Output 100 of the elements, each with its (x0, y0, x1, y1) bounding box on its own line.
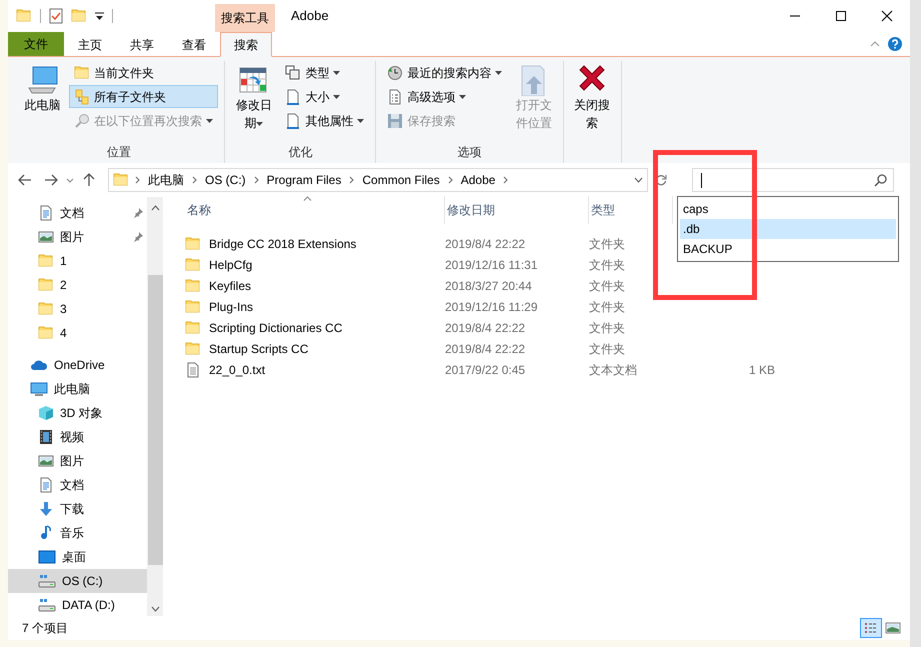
ribbon-tab[interactable]: 共享 (116, 32, 168, 57)
nav-item[interactable]: 3D 对象 (8, 401, 147, 425)
suggestion-item[interactable]: caps (680, 199, 896, 219)
caret-icon (333, 94, 340, 98)
file-menu-button[interactable]: 文件 (8, 32, 64, 56)
file-name[interactable]: Scripting Dictionaries CC (185, 318, 445, 336)
ribbon-button[interactable]: 类型 (280, 61, 370, 84)
folder-icon (185, 256, 201, 272)
computer-icon (30, 381, 48, 397)
ribbon-button[interactable]: 当前文件夹 (69, 61, 218, 84)
search-field[interactable] (692, 168, 894, 192)
properties-check-icon[interactable] (49, 8, 63, 24)
scroll-down-icon[interactable] (150, 606, 160, 612)
download-arrow-icon (38, 501, 54, 517)
nav-item[interactable]: 图片 (8, 225, 147, 249)
scrollbar-thumb[interactable] (148, 275, 162, 565)
folder-icon (185, 320, 201, 336)
modified-date: 2019/12/16 11:31 (445, 258, 538, 272)
history-dropdown-icon[interactable] (634, 177, 643, 183)
desktop-icon (38, 549, 56, 565)
nav-item[interactable]: 桌面 (8, 545, 147, 569)
nav-item[interactable]: OneDrive (8, 353, 147, 377)
group-label: 位置 (106, 144, 132, 161)
nav-item[interactable]: 2 (8, 273, 147, 297)
column-header[interactable]: 类型 (589, 196, 673, 224)
scroll-up-icon[interactable] (150, 205, 160, 211)
nav-item[interactable]: 视频 (8, 425, 147, 449)
customize-dropdown-icon[interactable] (95, 12, 104, 20)
breadcrumb[interactable]: Adobe (458, 171, 498, 189)
file-type: 文件夹 (589, 320, 625, 334)
window-title: Adobe (291, 7, 329, 26)
column-header[interactable]: 名称 (185, 196, 445, 224)
document-icon (38, 205, 54, 221)
ribbon-button[interactable]: 修改日期 (231, 61, 276, 135)
caret-icon (459, 94, 466, 98)
file-name[interactable]: Startup Scripts CC (185, 340, 445, 358)
caret-icon (495, 70, 502, 74)
maximize-icon (835, 10, 847, 22)
ribbon-button[interactable]: 大小 (280, 85, 370, 108)
nav-item[interactable]: 音乐 (8, 521, 147, 545)
nav-item[interactable]: DATA (D:) (8, 593, 147, 616)
ribbon-button[interactable]: 其他属性 (280, 109, 370, 132)
file-type: 文件夹 (589, 300, 625, 314)
nav-item[interactable]: 文档 (8, 201, 147, 225)
modified-date: 2017/9/22 0:45 (445, 362, 526, 376)
folder-icon (185, 298, 201, 314)
help-icon[interactable] (888, 37, 902, 51)
ribbon-tab[interactable]: 搜索 (220, 32, 272, 57)
nav-item[interactable]: 图片 (8, 449, 147, 473)
ribbon-button[interactable]: 所有子文件夹 (69, 85, 218, 108)
search-again-icon (74, 112, 90, 128)
file-name[interactable]: HelpCfg (185, 256, 445, 274)
folder-icon (113, 172, 129, 188)
column-header[interactable]: 修改日期 (445, 196, 589, 224)
caret-icon (357, 118, 364, 122)
ribbon-button[interactable]: 关闭搜索 (570, 61, 615, 135)
drive-icon (38, 573, 56, 589)
nav-item[interactable]: OS (C:) (8, 569, 147, 593)
breadcrumb[interactable]: 此电脑 (146, 171, 186, 189)
recent-searches-icon (387, 64, 404, 80)
modified-date: 2019/8/4 22:22 (445, 320, 526, 334)
nav-item[interactable]: 3 (8, 297, 147, 321)
ribbon-tab[interactable]: 查看 (168, 32, 220, 57)
file-name[interactable]: Bridge CC 2018 Extensions (185, 234, 445, 252)
recent-locations-caret-icon[interactable] (66, 178, 74, 182)
nav-item[interactable]: 4 (8, 321, 147, 345)
collapse-ribbon-icon[interactable] (870, 41, 880, 47)
chevron-right-icon (349, 176, 354, 184)
ribbon-tab[interactable]: 主页 (64, 32, 116, 57)
folder-icon (38, 253, 54, 269)
view-toggle-button[interactable] (860, 618, 882, 638)
nav-item[interactable]: 文档 (8, 473, 147, 497)
advanced-options-icon (387, 88, 404, 104)
breadcrumb[interactable]: OS (C:) (203, 171, 248, 189)
ribbon-button[interactable]: 最近的搜索内容 (382, 61, 508, 84)
nav-item[interactable]: 1 (8, 249, 147, 273)
up-arrow-icon (83, 173, 95, 187)
nav-item[interactable]: 下载 (8, 497, 147, 521)
refresh-icon (655, 174, 667, 186)
folder-icon (185, 236, 201, 252)
breadcrumb[interactable]: Common Files (360, 171, 442, 189)
suggestion-item[interactable]: .db (680, 219, 896, 239)
ribbon-button[interactable]: 此电脑 (20, 61, 66, 117)
file-size: 1 KB (749, 362, 776, 376)
nav-item[interactable]: 此电脑 (8, 377, 147, 401)
file-name[interactable]: Plug-Ins (185, 298, 445, 316)
suggestion-item[interactable]: BACKUP (680, 239, 896, 259)
folder-icon (185, 340, 201, 356)
forward-arrow-icon (44, 174, 58, 186)
folder-icon (185, 278, 201, 294)
breadcrumb[interactable]: Program Files (264, 171, 344, 189)
ribbon-button[interactable]: 高级选项 (382, 85, 508, 108)
file-type: 文件夹 (589, 258, 625, 272)
text-file-icon (185, 362, 201, 378)
file-name[interactable]: 22_0_0.txt (185, 360, 445, 378)
file-name[interactable]: Keyfiles (185, 276, 445, 294)
group-label: 选项 (456, 144, 482, 161)
file-type: 文件夹 (589, 278, 625, 292)
size-icon (285, 88, 302, 104)
picture-icon (38, 453, 54, 469)
